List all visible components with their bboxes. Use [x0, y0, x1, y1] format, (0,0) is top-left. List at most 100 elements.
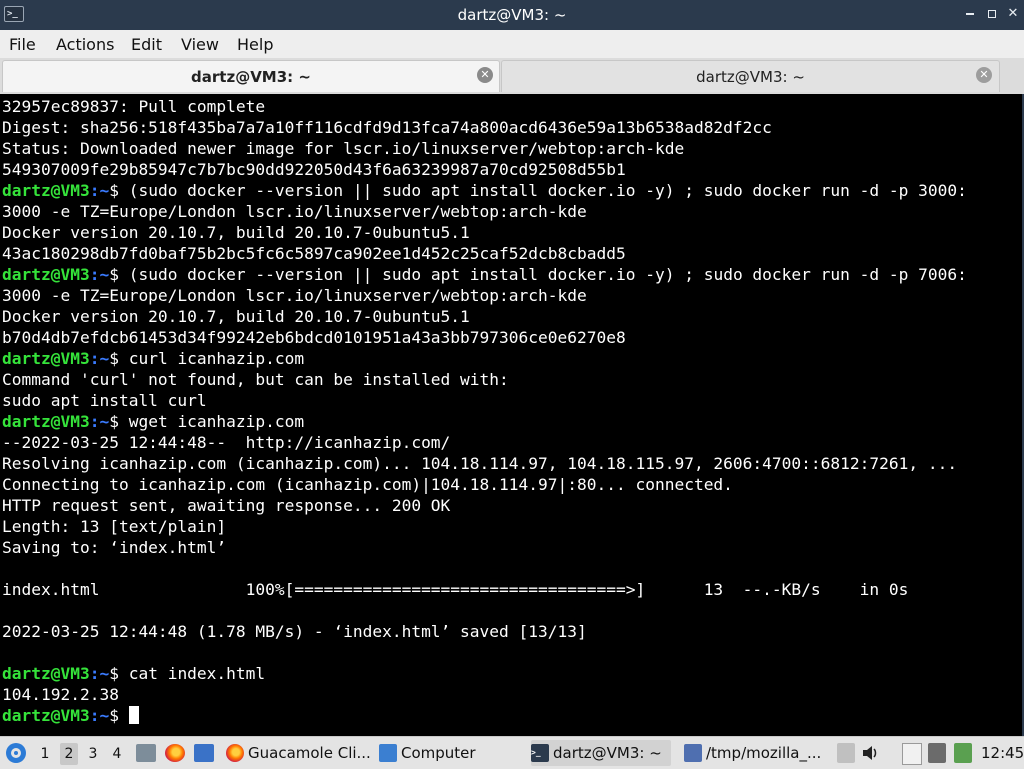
- prompt-line: dartz@VM3:~$ wget icanhazip.com: [2, 411, 967, 432]
- prompt-path: :~: [89, 706, 110, 725]
- command-text: $ wget icanhazip.com: [109, 412, 305, 431]
- output-text: Command 'curl' not found, but can be ins…: [2, 370, 509, 389]
- output-line: --2022-03-25 12:44:48-- http://icanhazip…: [2, 432, 967, 453]
- workspace-3[interactable]: 3: [84, 743, 102, 765]
- workspace-4[interactable]: 4: [108, 743, 126, 765]
- display-icon[interactable]: [928, 743, 946, 763]
- menu-edit[interactable]: Edit: [131, 35, 162, 54]
- menu-file[interactable]: File: [9, 35, 36, 54]
- prompt-line: dartz@VM3:~$: [2, 705, 967, 726]
- clipboard-icon[interactable]: [902, 743, 922, 765]
- output-text: 3000 -e TZ=Europe/London lscr.io/linuxse…: [2, 286, 587, 305]
- menu-bar: File Actions Edit View Help: [0, 30, 1024, 58]
- close-tab-icon[interactable]: ✕: [477, 67, 493, 83]
- network-icon[interactable]: [954, 743, 972, 763]
- window-icon[interactable]: [194, 744, 214, 762]
- output-text: Status: Downloaded newer image for lscr.…: [2, 139, 685, 158]
- output-line: index.html 100%[========================…: [2, 579, 967, 600]
- command-text: $ (sudo docker --version || sudo apt ins…: [109, 181, 967, 200]
- tray-button-icon[interactable]: [837, 743, 855, 763]
- output-text: 3000 -e TZ=Europe/London lscr.io/linuxse…: [2, 202, 587, 221]
- output-line: HTTP request sent, awaiting response... …: [2, 495, 967, 516]
- output-line: Length: 13 [text/plain]: [2, 516, 967, 537]
- output-text: Length: 13 [text/plain]: [2, 517, 227, 536]
- output-line: Docker version 20.10.7, build 20.10.7-0u…: [2, 222, 967, 243]
- firefox-icon: [226, 744, 244, 762]
- menu-actions[interactable]: Actions: [56, 35, 114, 54]
- tab-terminal-1[interactable]: dartz@VM3: ~ ✕: [2, 60, 500, 92]
- output-line: Status: Downloaded newer image for lscr.…: [2, 138, 967, 159]
- menu-help[interactable]: Help: [237, 35, 273, 54]
- tab-bar: dartz@VM3: ~ ✕ dartz@VM3: ~ ✕: [0, 58, 1024, 95]
- minimize-icon[interactable]: [962, 6, 978, 22]
- prompt-path: :~: [89, 412, 110, 431]
- output-line: Digest: sha256:518f435ba7a7a10ff116cdfd9…: [2, 117, 967, 138]
- close-icon[interactable]: ✕: [1005, 6, 1021, 22]
- menu-view[interactable]: View: [181, 35, 219, 54]
- prompt-user: dartz@VM3: [2, 181, 90, 200]
- output-text: index.html 100%[========================…: [2, 580, 909, 599]
- output-text: Connecting to icanhazip.com (icanhazip.c…: [2, 475, 733, 494]
- clock[interactable]: 12:45: [981, 737, 1024, 769]
- task-label: Computer: [401, 744, 476, 762]
- output-text: Docker version 20.10.7, build 20.10.7-0u…: [2, 223, 470, 242]
- output-text: HTTP request sent, awaiting response... …: [2, 496, 451, 515]
- output-text: b70d4db7efdcb61453d34f99242eb6bdcd010195…: [2, 328, 626, 347]
- tab-label: dartz@VM3: ~: [696, 68, 805, 86]
- output-text: Docker version 20.10.7, build 20.10.7-0u…: [2, 307, 470, 326]
- output-text: Resolving icanhazip.com (icanhazip.com).…: [2, 454, 958, 473]
- window-title: dartz@VM3: ~: [457, 6, 567, 24]
- output-text: --2022-03-25 12:44:48-- http://icanhazip…: [2, 433, 451, 452]
- text-cursor: [128, 706, 139, 724]
- close-tab-icon[interactable]: ✕: [976, 67, 992, 83]
- window-titlebar[interactable]: >_ dartz@VM3: ~ ✕: [0, 0, 1024, 30]
- terminal-output[interactable]: 32957ec89837: Pull complete Digest: sha25…: [0, 94, 1024, 736]
- tab-label: dartz@VM3: ~: [191, 68, 311, 86]
- task-editor[interactable]: /tmp/mozilla_...: [684, 740, 824, 766]
- output-line: Docker version 20.10.7, build 20.10.7-0u…: [2, 306, 967, 327]
- prompt-line: dartz@VM3:~$ (sudo docker --version || s…: [2, 264, 967, 285]
- workspace-2[interactable]: 2: [60, 743, 78, 765]
- prompt-user: dartz@VM3: [2, 265, 90, 284]
- start-menu-icon[interactable]: [6, 743, 26, 763]
- output-text: sudo apt install curl: [2, 391, 207, 410]
- output-line: sudo apt install curl: [2, 390, 967, 411]
- output-line: 549307009fe29b85947c7b7bc90dd922050d43f6…: [2, 159, 967, 180]
- task-label: dartz@VM3: ~: [553, 744, 662, 762]
- files-icon[interactable]: [136, 744, 156, 762]
- output-line: 3000 -e TZ=Europe/London lscr.io/linuxse…: [2, 285, 967, 306]
- output-line: Saving to: ‘index.html’: [2, 537, 967, 558]
- output-line: 43ac180298db7fd0baf75b2bc5fc6c5897ca902e…: [2, 243, 967, 264]
- command-text: $ (sudo docker --version || sudo apt ins…: [109, 265, 967, 284]
- folder-icon: [379, 744, 397, 762]
- maximize-icon[interactable]: [984, 6, 1000, 22]
- output-line: Connecting to icanhazip.com (icanhazip.c…: [2, 474, 967, 495]
- output-line: 2022-03-25 12:44:48 (1.78 MB/s) - ‘index…: [2, 621, 967, 642]
- terminal-lines: 32957ec89837: Pull complete Digest: sha25…: [2, 96, 967, 726]
- task-label: Guacamole Cli...: [248, 744, 371, 762]
- output-line: b70d4db7efdcb61453d34f99242eb6bdcd010195…: [2, 327, 967, 348]
- output-text: 43ac180298db7fd0baf75b2bc5fc6c5897ca902e…: [2, 244, 626, 263]
- terminal-icon: >_: [531, 744, 549, 762]
- prompt-path: :~: [89, 181, 110, 200]
- output-text: 2022-03-25 12:44:48 (1.78 MB/s) - ‘index…: [2, 622, 587, 641]
- firefox-icon[interactable]: [165, 744, 185, 762]
- workspace-1[interactable]: 1: [36, 743, 54, 765]
- prompt-path: :~: [89, 664, 110, 683]
- taskbar: 1 2 3 4 Guacamole Cli... Computer >_ dar…: [0, 736, 1024, 769]
- tab-terminal-2[interactable]: dartz@VM3: ~ ✕: [501, 60, 1000, 92]
- volume-icon[interactable]: [861, 743, 879, 763]
- output-text: 32957ec89837: Pull complete: [2, 97, 266, 116]
- task-terminal[interactable]: >_ dartz@VM3: ~: [531, 740, 671, 766]
- prompt-user: dartz@VM3: [2, 664, 90, 683]
- output-text: Digest: sha256:518f435ba7a7a10ff116cdfd9…: [2, 118, 772, 137]
- task-computer[interactable]: Computer: [379, 740, 489, 766]
- prompt-path: :~: [89, 349, 110, 368]
- command-text: $: [109, 706, 129, 725]
- task-label: /tmp/mozilla_...: [706, 744, 822, 762]
- task-guacamole[interactable]: Guacamole Cli...: [226, 740, 371, 766]
- prompt-user: dartz@VM3: [2, 349, 90, 368]
